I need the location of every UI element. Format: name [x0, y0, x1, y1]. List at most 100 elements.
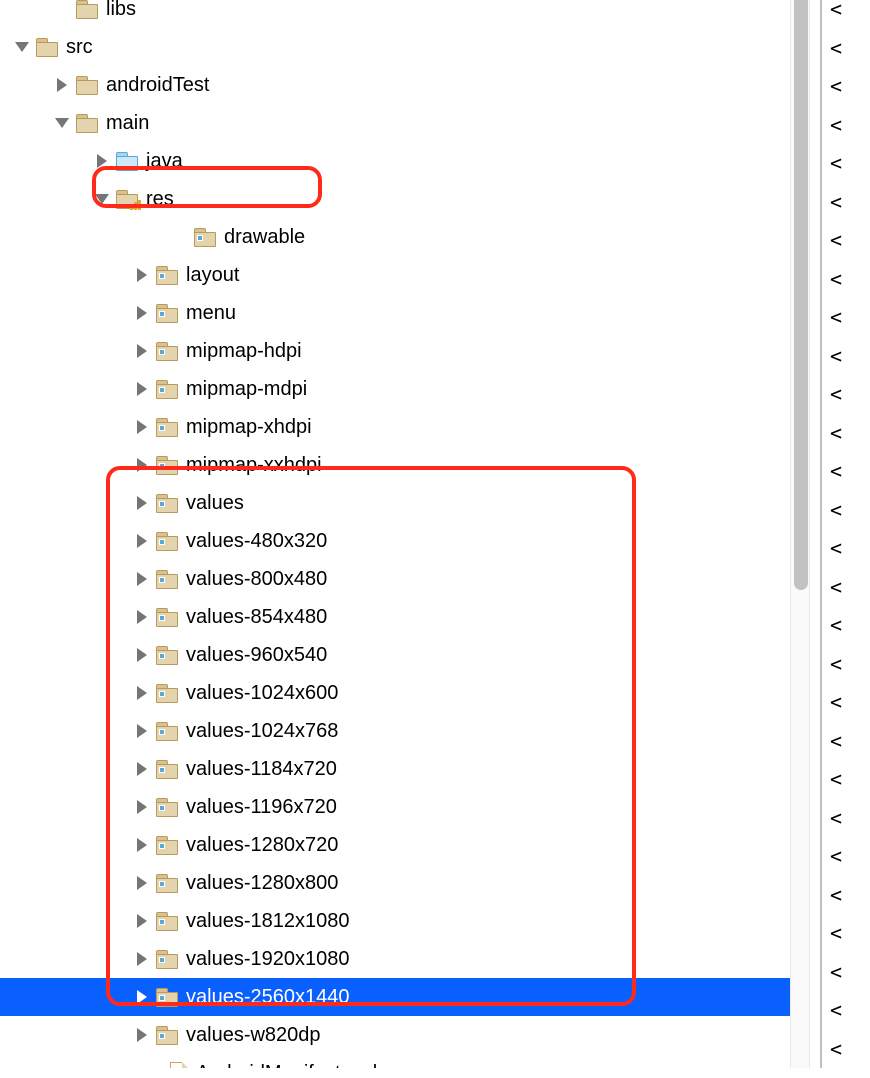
- tree-row[interactable]: mipmap-mdpi: [0, 370, 790, 408]
- disclosure-collapsed-icon[interactable]: [134, 1027, 150, 1043]
- tree-row[interactable]: values-1920x1080: [0, 940, 790, 978]
- tree-row[interactable]: values-1024x600: [0, 674, 790, 712]
- disclosure-collapsed-icon[interactable]: [134, 571, 150, 587]
- tree-item-label: main: [106, 112, 149, 135]
- tree-item-label: values-1280x720: [186, 834, 338, 857]
- code-line: <: [830, 452, 870, 491]
- tree-row[interactable]: libs: [0, 0, 790, 28]
- code-line: <: [830, 760, 870, 799]
- tree-row[interactable]: values-1196x720: [0, 788, 790, 826]
- disclosure-collapsed-icon[interactable]: [54, 77, 70, 93]
- tree-item-label: values-1280x800: [186, 872, 338, 895]
- tree-item-label: values-960x540: [186, 644, 327, 667]
- resource-folder-icon: [156, 646, 178, 664]
- resource-folder-icon: [156, 380, 178, 398]
- disclosure-collapsed-icon[interactable]: [134, 685, 150, 701]
- disclosure-expanded-icon[interactable]: [94, 191, 110, 207]
- tree-item-label: drawable: [224, 226, 305, 249]
- disclosure-collapsed-icon[interactable]: [134, 419, 150, 435]
- resource-folder-icon: [156, 950, 178, 968]
- tree-item-label: values-w820dp: [186, 1024, 321, 1047]
- resource-folder-icon: [156, 570, 178, 588]
- disclosure-expanded-icon[interactable]: [14, 39, 30, 55]
- code-line: <: [830, 683, 870, 722]
- disclosure-collapsed-icon[interactable]: [134, 989, 150, 1005]
- tree-row[interactable]: values: [0, 484, 790, 522]
- disclosure-collapsed-icon[interactable]: [134, 457, 150, 473]
- project-tree[interactable]: libssrc androidTest main java res drawable lay…: [0, 0, 790, 1068]
- tree-row[interactable]: values-800x480: [0, 560, 790, 598]
- tree-row[interactable]: values-2560x1440: [0, 978, 790, 1016]
- resource-folder-icon: [156, 684, 178, 702]
- code-line: <: [830, 29, 870, 68]
- tree-row[interactable]: res: [0, 180, 790, 218]
- tree-row[interactable]: values-480x320: [0, 522, 790, 560]
- tree-row[interactable]: mipmap-xxhdpi: [0, 446, 790, 484]
- code-line: <: [830, 953, 870, 992]
- tree-item-label: mipmap-mdpi: [186, 378, 307, 401]
- folder-icon: [76, 114, 98, 132]
- disclosure-collapsed-icon[interactable]: [134, 723, 150, 739]
- disclosure-collapsed-icon[interactable]: [94, 153, 110, 169]
- tree-item-label: mipmap-xhdpi: [186, 416, 312, 439]
- tree-item-label: values-800x480: [186, 568, 327, 591]
- folder-icon: [36, 38, 58, 56]
- resource-folder-icon: [156, 342, 178, 360]
- tree-row[interactable]: java: [0, 142, 790, 180]
- tree-item-label: AndroidManifest.xml: [196, 1062, 377, 1069]
- code-line: <: [830, 876, 870, 915]
- resource-folder-icon: [156, 456, 178, 474]
- code-line: <: [830, 606, 870, 645]
- disclosure-collapsed-icon[interactable]: [134, 761, 150, 777]
- disclosure-collapsed-icon[interactable]: [134, 913, 150, 929]
- tree-item-label: values-1024x600: [186, 682, 338, 705]
- disclosure-collapsed-icon[interactable]: [134, 799, 150, 815]
- tree-row[interactable]: values-1280x720: [0, 826, 790, 864]
- tree-scrollbar-thumb[interactable]: [794, 0, 808, 590]
- tree-row[interactable]: mipmap-xhdpi: [0, 408, 790, 446]
- disclosure-collapsed-icon[interactable]: [134, 875, 150, 891]
- tree-row[interactable]: values-1812x1080: [0, 902, 790, 940]
- tree-row[interactable]: values-w820dp: [0, 1016, 790, 1054]
- tree-row[interactable]: values-1280x800: [0, 864, 790, 902]
- tree-row[interactable]: drawable: [0, 218, 790, 256]
- code-line: <: [830, 991, 870, 1030]
- tree-row[interactable]: values-854x480: [0, 598, 790, 636]
- tree-item-label: values-1920x1080: [186, 948, 349, 971]
- tree-row[interactable]: values-1184x720: [0, 750, 790, 788]
- disclosure-collapsed-icon[interactable]: [134, 951, 150, 967]
- code-line: <: [830, 529, 870, 568]
- disclosure-collapsed-icon[interactable]: [134, 533, 150, 549]
- tree-row[interactable]: mipmap-hdpi: [0, 332, 790, 370]
- code-line: <: [830, 414, 870, 453]
- xml-file-icon: [170, 1062, 188, 1068]
- code-line: <: [830, 837, 870, 876]
- tree-row[interactable]: main: [0, 104, 790, 142]
- disclosure-collapsed-icon[interactable]: [134, 495, 150, 511]
- code-line: <: [830, 183, 870, 222]
- tree-row[interactable]: src: [0, 28, 790, 66]
- disclosure-collapsed-icon[interactable]: [134, 381, 150, 397]
- disclosure-collapsed-icon[interactable]: [134, 609, 150, 625]
- tree-row[interactable]: AndroidManifest.xml: [0, 1054, 790, 1068]
- disclosure-collapsed-icon[interactable]: [134, 647, 150, 663]
- disclosure-collapsed-icon[interactable]: [134, 267, 150, 283]
- disclosure-collapsed-icon[interactable]: [134, 837, 150, 853]
- folder-icon: [76, 76, 98, 94]
- editor-panel[interactable]: <<<<<<<<<<<<<<<<<<<<<<<<<<<<: [830, 0, 870, 1068]
- tree-row[interactable]: menu: [0, 294, 790, 332]
- disclosure-expanded-icon[interactable]: [54, 115, 70, 131]
- tree-scrollbar-track[interactable]: [790, 0, 810, 1068]
- tree-item-label: menu: [186, 302, 236, 325]
- disclosure-collapsed-icon[interactable]: [134, 343, 150, 359]
- code-line: <: [830, 221, 870, 260]
- tree-row[interactable]: values-1024x768: [0, 712, 790, 750]
- panel-divider[interactable]: [820, 0, 822, 1068]
- tree-row[interactable]: androidTest: [0, 66, 790, 104]
- tree-row[interactable]: values-960x540: [0, 636, 790, 674]
- tree-item-label: java: [146, 150, 183, 173]
- resource-folder-icon: [156, 722, 178, 740]
- disclosure-collapsed-icon[interactable]: [134, 305, 150, 321]
- tree-row[interactable]: layout: [0, 256, 790, 294]
- tree-item-label: androidTest: [106, 74, 209, 97]
